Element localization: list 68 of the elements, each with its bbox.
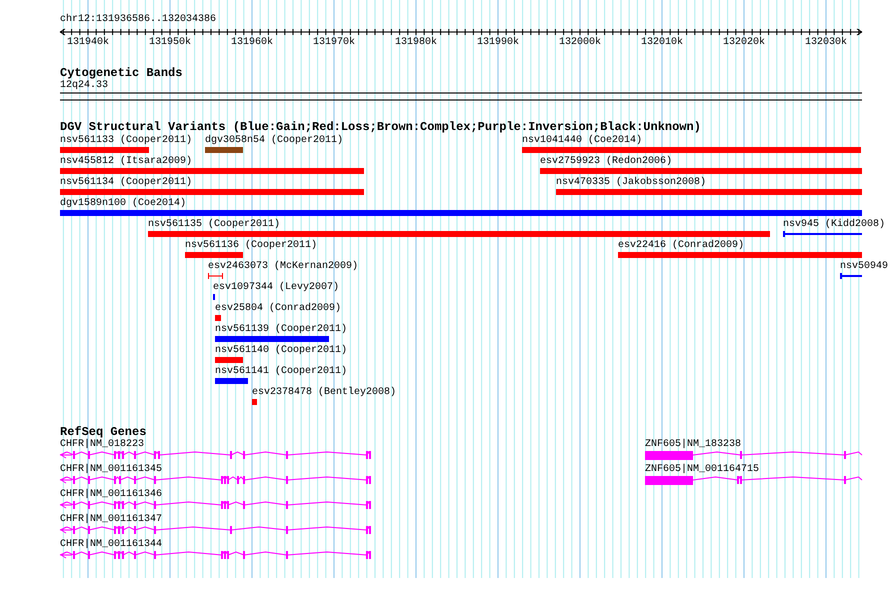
gene-model-drawing[interactable] <box>60 550 371 560</box>
variant-bar[interactable] <box>60 168 364 174</box>
transcript-label[interactable]: ZNF605|NM_001164715 <box>645 464 760 475</box>
transcript-label[interactable]: CHFR|NM_001161347 <box>60 514 162 525</box>
transcript-label[interactable]: CHFR|NM_018223 <box>60 439 144 450</box>
variant-bar[interactable] <box>185 252 243 258</box>
variant-label[interactable]: esv2378478 (Bentley2008) <box>252 387 396 398</box>
variant-label[interactable]: esv2759923 (Redon2006) <box>540 156 672 167</box>
variant-bar[interactable] <box>148 231 770 237</box>
gene-model-drawing[interactable] <box>60 450 371 460</box>
variant-label[interactable]: nsv455812 (Itsara2009) <box>60 156 192 167</box>
variant-bar[interactable] <box>205 147 243 153</box>
tick-label: 131950k <box>148 37 191 48</box>
variant-label[interactable]: nsv561139 (Cooper2011) <box>215 324 348 335</box>
variant-bar[interactable] <box>60 189 364 195</box>
variant-range[interactable] <box>208 273 223 279</box>
variant-bar[interactable] <box>618 252 862 258</box>
variant-label[interactable]: nsv561140 (Cooper2011) <box>215 345 348 356</box>
variant-label[interactable]: esv25804 (Conrad2009) <box>215 303 342 314</box>
track-title: DGV Structural Variants (Blue:Gain;Red:Loss;Brown:Complex;Purple:Inversion;Black:Unknown) <box>60 121 701 134</box>
variant-bar[interactable] <box>60 147 149 153</box>
gene-model-drawing[interactable] <box>60 500 371 510</box>
tick-label: 132000k <box>558 37 601 48</box>
variant-label[interactable]: nsv1041440 (Coe2014) <box>522 135 642 146</box>
variant-label[interactable]: dgv1589n100 (Coe2014) <box>60 198 186 209</box>
variant-bar[interactable] <box>252 399 257 405</box>
gene-model-drawing[interactable] <box>60 525 371 535</box>
variant-label[interactable]: esv22416 (Conrad2009) <box>618 240 744 251</box>
variant-label[interactable]: esv2463073 (McKernan2009) <box>208 261 358 272</box>
variant-bar[interactable] <box>556 189 862 195</box>
variant-label[interactable]: nsv50949 <box>840 261 888 272</box>
tick-label: 131940k <box>66 37 109 48</box>
variant-bar[interactable] <box>540 168 862 174</box>
track-title: RefSeq Genes <box>60 426 146 439</box>
band-label: 12q24.33 <box>60 80 108 91</box>
variant-label[interactable]: nsv561141 (Cooper2011) <box>215 366 348 377</box>
gene-model-drawing[interactable] <box>645 475 862 485</box>
transcript-label[interactable]: ZNF605|NM_183238 <box>645 439 742 450</box>
variant-bar[interactable] <box>215 336 329 342</box>
variant-bar[interactable] <box>522 147 861 153</box>
variant-label[interactable]: nsv561133 (Cooper2011) <box>60 135 192 146</box>
variant-label[interactable]: nsv561134 (Cooper2011) <box>60 177 192 188</box>
track-title: Cytogenetic Bands <box>60 67 182 80</box>
variant-line[interactable] <box>840 273 862 279</box>
tick-label: 132030k <box>804 37 847 48</box>
tick-label: 132010k <box>640 37 683 48</box>
variant-label[interactable]: esv1097344 (Levy2007) <box>213 282 340 293</box>
region-label: chr12:131936586..132034386 <box>60 14 216 25</box>
variant-bar[interactable] <box>215 378 248 384</box>
variant-label[interactable]: dgv3058n54 (Cooper2011) <box>205 135 344 146</box>
tick-label: 131960k <box>230 37 273 48</box>
gene-model-drawing[interactable] <box>60 475 371 485</box>
transcript-label[interactable]: CHFR|NM_001161345 <box>60 464 162 475</box>
variant-line[interactable] <box>783 231 862 237</box>
variant-label[interactable]: nsv470335 (Jakobsson2008) <box>556 177 706 188</box>
variant-label[interactable]: nsv561135 (Cooper2011) <box>148 219 280 230</box>
tick-label: 132020k <box>722 37 765 48</box>
tick-label: 131990k <box>476 37 519 48</box>
variant-label[interactable]: nsv945 (Kidd2008) <box>783 219 886 230</box>
tick-label: 131970k <box>312 37 355 48</box>
transcript-label[interactable]: CHFR|NM_001161344 <box>60 539 162 550</box>
variant-bar[interactable] <box>60 210 862 216</box>
variant-label[interactable]: nsv561136 (Cooper2011) <box>185 240 318 251</box>
tick-label: 131980k <box>394 37 437 48</box>
variant-bar[interactable] <box>215 357 243 363</box>
transcript-label[interactable]: CHFR|NM_001161346 <box>60 489 162 500</box>
gene-model-drawing[interactable] <box>645 450 862 460</box>
variant-bar[interactable] <box>215 315 221 321</box>
